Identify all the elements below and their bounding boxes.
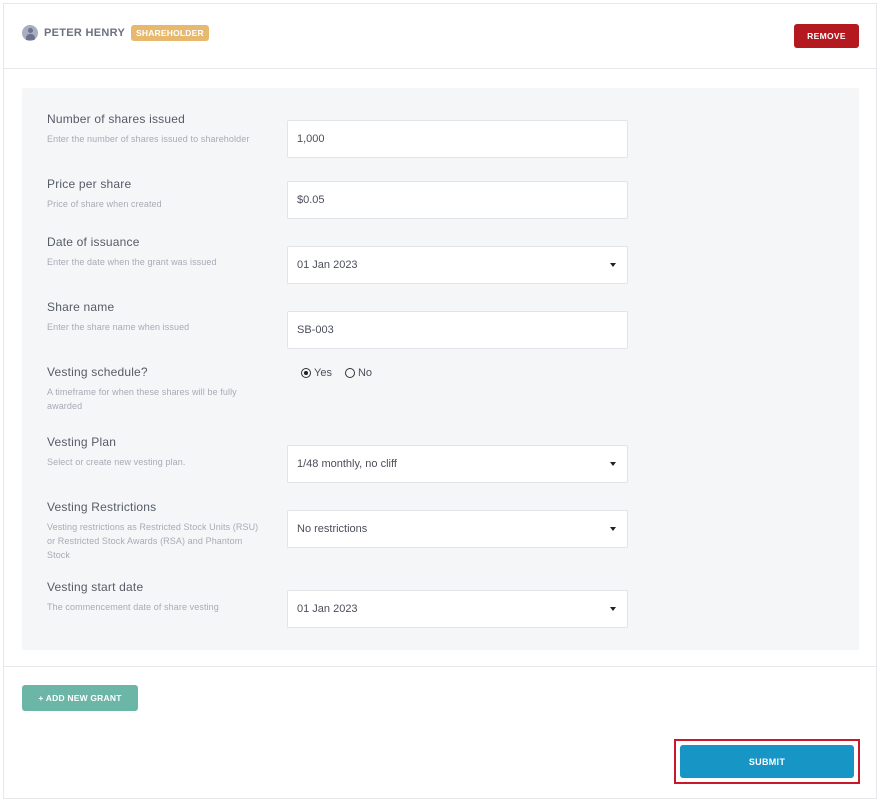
user-icon — [22, 25, 38, 41]
share-name-input[interactable]: SB-003 — [287, 311, 628, 349]
select-value: 1/48 monthly, no cliff — [297, 458, 397, 470]
role-badge: SHAREHOLDER — [131, 25, 209, 41]
caret-down-icon — [610, 462, 616, 466]
submit-button[interactable]: SUBMIT — [680, 745, 854, 778]
field-label: Vesting Restrictions — [47, 500, 157, 514]
field-help: Select or create new vesting plan. — [47, 457, 186, 467]
field-help: Enter the share name when issued — [47, 322, 190, 332]
add-new-grant-button[interactable]: + ADD NEW GRANT — [22, 685, 138, 711]
remove-button[interactable]: REMOVE — [794, 24, 859, 48]
radio-no[interactable]: No — [344, 367, 373, 379]
field-help: A timeframe for when these shares will b… — [47, 387, 237, 411]
grant-form: Number of shares issued Enter the number… — [22, 88, 859, 650]
price-per-share-input[interactable]: $0.05 — [287, 181, 628, 219]
radio-label: No — [357, 367, 373, 379]
field-help: The commencement date of share vesting — [47, 602, 219, 612]
radio-yes[interactable]: Yes — [301, 367, 332, 379]
vesting-schedule-radio-group: Yes No — [301, 367, 385, 379]
shareholder-card: PETER HENRY SHAREHOLDER REMOVE Number of… — [3, 3, 877, 799]
caret-down-icon — [610, 607, 616, 611]
field-help: Enter the date when the grant was issued — [47, 257, 217, 267]
field-label: Number of shares issued — [47, 112, 185, 126]
vesting-plan-select[interactable]: 1/48 monthly, no cliff — [287, 445, 628, 483]
field-label: Date of issuance — [47, 235, 140, 249]
shares-issued-input[interactable]: 1,000 — [287, 120, 628, 158]
field-label: Share name — [47, 300, 115, 314]
footer-divider — [4, 666, 876, 667]
field-help: Vesting restrictions as Restricted Stock… — [47, 522, 259, 560]
field-label: Price per share — [47, 177, 132, 191]
shareholder-name: PETER HENRY — [44, 27, 126, 39]
submit-highlight-box: SUBMIT — [674, 739, 860, 784]
field-help: Price of share when created — [47, 199, 162, 209]
vesting-restrictions-select[interactable]: No restrictions — [287, 510, 628, 548]
radio-unchecked-icon[interactable] — [344, 368, 355, 378]
radio-label: Yes — [314, 367, 332, 379]
vesting-start-date-select[interactable]: 01 Jan 2023 — [287, 590, 628, 628]
field-label: Vesting start date — [47, 580, 144, 594]
select-value: 01 Jan 2023 — [297, 603, 358, 615]
field-help: Enter the number of shares issued to sha… — [47, 134, 250, 144]
date-of-issuance-select[interactable]: 01 Jan 2023 — [287, 246, 628, 284]
select-value: 01 Jan 2023 — [297, 259, 358, 271]
caret-down-icon — [610, 263, 616, 267]
field-label: Vesting Plan — [47, 435, 117, 449]
field-label: Vesting schedule? — [47, 365, 148, 379]
caret-down-icon — [610, 527, 616, 531]
radio-checked-icon[interactable] — [301, 368, 311, 378]
card-header: PETER HENRY SHAREHOLDER REMOVE — [4, 4, 876, 69]
select-value: No restrictions — [297, 523, 368, 535]
